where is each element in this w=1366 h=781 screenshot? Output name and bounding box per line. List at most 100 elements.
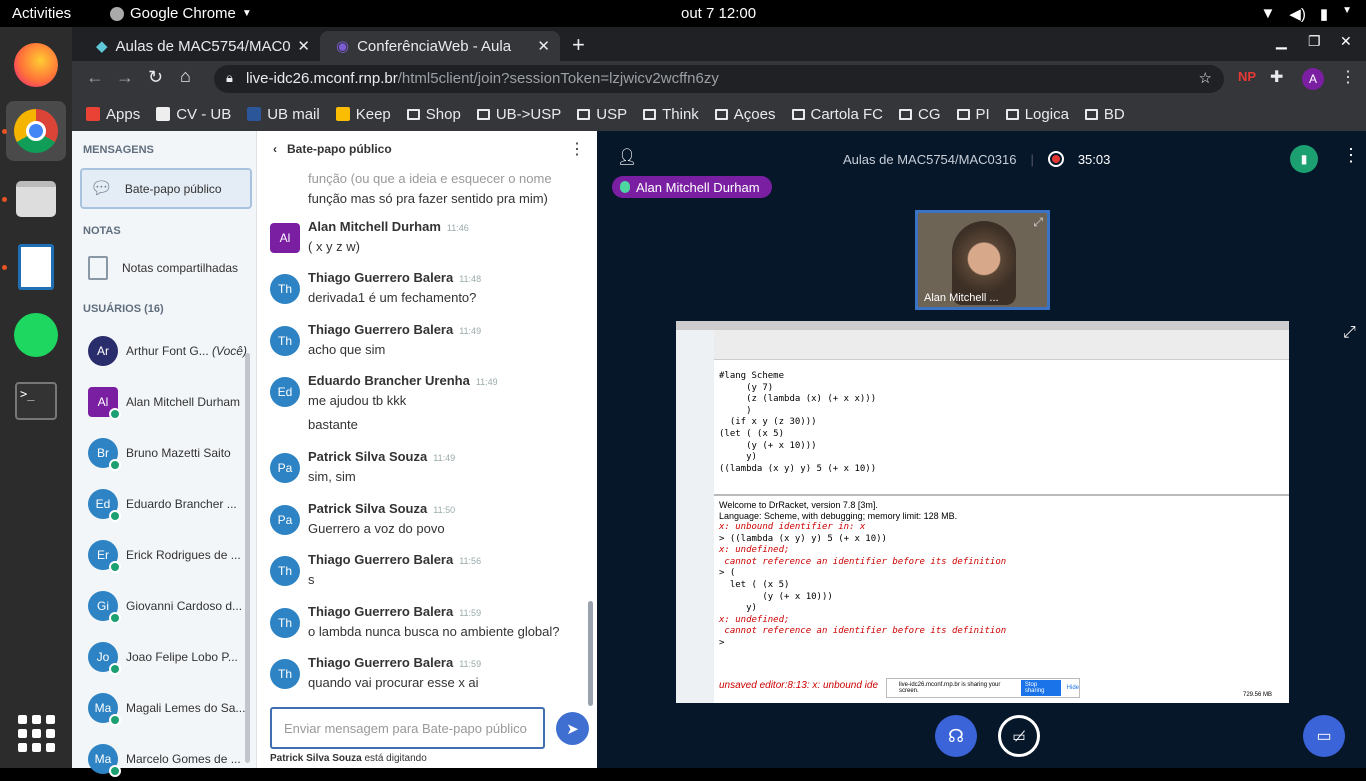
reload-icon[interactable]: ↻ — [148, 67, 163, 88]
bookmark-item[interactable]: PI — [956, 106, 990, 123]
user-list-item[interactable]: Er Erick Rodrigues de ... — [88, 533, 248, 577]
spotify-icon[interactable] — [6, 305, 66, 365]
chrome-menu-icon[interactable]: ⋮ — [1340, 67, 1356, 87]
user-name: Erick Rodrigues de ... — [126, 548, 241, 562]
audio-status-icon — [109, 408, 121, 420]
avatar: Ed — [88, 489, 121, 522]
message-author: Patrick Silva Souza 11:49 — [308, 449, 455, 464]
running-indicator — [2, 265, 7, 270]
bookmark-item[interactable]: CG — [899, 106, 941, 123]
bookmark-item[interactable]: UB mail — [247, 106, 320, 123]
present-button[interactable]: ▭ — [1303, 715, 1345, 757]
tab-aulas[interactable]: ◆ Aulas de MAC5754/MAC0 ✕ — [80, 31, 320, 61]
maximize-icon[interactable]: ❐ — [1308, 33, 1321, 50]
bookmark-item[interactable]: Keep — [335, 106, 391, 123]
repl-output: x: unbound identifier in: x > ((lambda (x… — [719, 522, 1279, 650]
message-text: o lambda nunca busca no ambiente global? — [308, 624, 560, 639]
home-icon[interactable]: ⌂ — [180, 66, 191, 87]
user-list-scrollbar[interactable] — [245, 353, 250, 763]
system-tray[interactable]: ▼ ◀) ▮ ▼ — [1260, 5, 1352, 23]
avatar-initials: Th — [277, 667, 292, 681]
bookmark-star-icon[interactable]: ☆ — [1199, 69, 1212, 87]
chat-options-icon[interactable]: ⋮ — [569, 139, 585, 159]
user-list-item[interactable]: Ma Magali Lemes do Sa... — [88, 686, 248, 730]
user-list-item[interactable]: Jo Joao Felipe Lobo P... — [88, 635, 248, 679]
bookmark-item[interactable]: Apps — [86, 106, 140, 123]
fullscreen-icon[interactable]: ⤢ — [1343, 324, 1356, 342]
user-icon[interactable]: 👤︎ — [617, 147, 637, 167]
message-author: Thiago Guerrero Balera 11:48 — [308, 270, 481, 285]
user-list-item[interactable]: Ar Arthur Font G... (Você) — [88, 329, 248, 373]
bookmark-item[interactable]: CV - UB — [156, 106, 231, 123]
hide-button[interactable]: Hide — [1067, 685, 1079, 691]
webcam-tile[interactable]: ⤢ Alan Mitchell ... — [915, 210, 1050, 310]
avatar-initials: Er — [97, 548, 109, 562]
activities-button[interactable]: Activities — [12, 5, 71, 22]
message-time: 11:59 — [459, 659, 482, 669]
stop-sharing-button[interactable]: Stop sharing — [1020, 680, 1061, 696]
chat-scrollbar[interactable] — [588, 601, 593, 706]
message-text: derivada1 é um fechamento? — [308, 290, 477, 305]
bookmark-item[interactable]: Think — [643, 106, 699, 123]
clock[interactable]: out 7 12:00 — [681, 5, 756, 22]
user-name: Alan Mitchell Durham — [126, 395, 240, 409]
user-list-item[interactable]: Al Alan Mitchell Durham — [88, 380, 248, 424]
user-list-item[interactable]: Ma Marcelo Gomes de ... — [88, 737, 248, 781]
bookmark-item[interactable]: Açoes — [714, 106, 776, 123]
avatar: Er — [88, 540, 121, 573]
record-icon[interactable] — [1047, 151, 1064, 167]
bookmark-item[interactable]: BD — [1084, 106, 1125, 123]
close-tab-icon[interactable]: ✕ — [537, 37, 550, 55]
new-tab-icon[interactable]: + — [572, 32, 585, 58]
tab-conferenciaweb[interactable]: ◉ ConferênciaWeb - Aula ✕ — [320, 31, 560, 61]
extensions-puzzle-icon[interactable]: ✚ — [1270, 67, 1283, 87]
user-list-item[interactable]: Ed Eduardo Brancher ... — [88, 482, 248, 526]
avatar-initials: Br — [97, 446, 109, 460]
message-author: Eduardo Brancher Urenha 11:49 — [308, 373, 498, 388]
extension-np-icon[interactable]: NP — [1238, 69, 1256, 84]
public-chat-item[interactable]: 💬︎ Bate-papo público — [80, 168, 252, 209]
close-tab-icon[interactable]: ✕ — [297, 37, 310, 55]
video-button[interactable]: ▭̸ — [998, 715, 1040, 757]
document-viewer-icon[interactable] — [6, 237, 66, 297]
close-window-icon[interactable]: ✕ — [1340, 33, 1352, 50]
files-icon[interactable] — [6, 169, 66, 229]
more-options-icon[interactable]: ⋮ — [1342, 145, 1360, 166]
bookmark-item[interactable]: Cartola FC — [791, 106, 883, 123]
chat-header: ‹ Bate-papo público — [273, 142, 392, 156]
audio-button[interactable]: ☊ — [935, 715, 977, 757]
bookmark-item[interactable]: Logica — [1005, 106, 1069, 123]
terminal-icon[interactable]: >_ — [6, 371, 66, 431]
repl-line: cannot reference an identifier before it… — [719, 556, 1007, 567]
user-list-item[interactable]: Br Bruno Mazetti Saito — [88, 431, 248, 475]
show-applications-icon[interactable] — [6, 703, 66, 763]
chrome-icon[interactable] — [6, 101, 66, 161]
user-name: Arthur Font G... (Você) — [126, 344, 247, 358]
connection-status-button[interactable]: ▮ — [1290, 145, 1318, 173]
editor-line: #lang Scheme — [719, 371, 785, 381]
typing-indicator: Patrick Silva Souza está digitando — [270, 753, 427, 764]
avatar: Gi — [88, 591, 121, 624]
back-icon[interactable]: ← — [86, 67, 104, 88]
firefox-icon[interactable] — [6, 35, 66, 95]
app-menu[interactable]: Google Chrome ▼ — [110, 5, 252, 22]
chevron-left-icon[interactable]: ‹ — [273, 142, 277, 156]
shared-notes-item[interactable]: Notas compartilhadas — [88, 253, 248, 283]
folder-icon — [791, 108, 805, 120]
forward-icon[interactable]: → — [116, 67, 134, 88]
avatar: Ma — [88, 744, 121, 777]
user-list-item[interactable]: Gi Giovanni Cardoso d... — [88, 584, 248, 628]
chat-input[interactable]: Enviar mensagem para Bate-papo público — [270, 707, 545, 749]
bookmark-item[interactable]: UB->USP — [476, 106, 561, 123]
send-button[interactable]: ➤ — [556, 712, 589, 745]
bookmark-item[interactable]: Shop — [406, 106, 461, 123]
expand-icon[interactable]: ⤢ — [1033, 215, 1043, 230]
profile-avatar[interactable]: A — [1302, 68, 1324, 90]
author-name: Thiago Guerrero Balera — [308, 322, 454, 337]
minimize-icon[interactable]: ▁ — [1276, 33, 1287, 50]
address-bar[interactable]: 🔒︎ live-idc26.mconf.rnp.br/html5client/j… — [214, 65, 1224, 93]
talking-indicator[interactable]: Alan Mitchell Durham — [612, 176, 772, 198]
tab-title: Aulas de MAC5754/MAC0 — [115, 37, 291, 55]
chat-panel: ‹ Bate-papo público ⋮ função (ou que a i… — [257, 131, 597, 768]
bookmark-item[interactable]: USP — [577, 106, 627, 123]
